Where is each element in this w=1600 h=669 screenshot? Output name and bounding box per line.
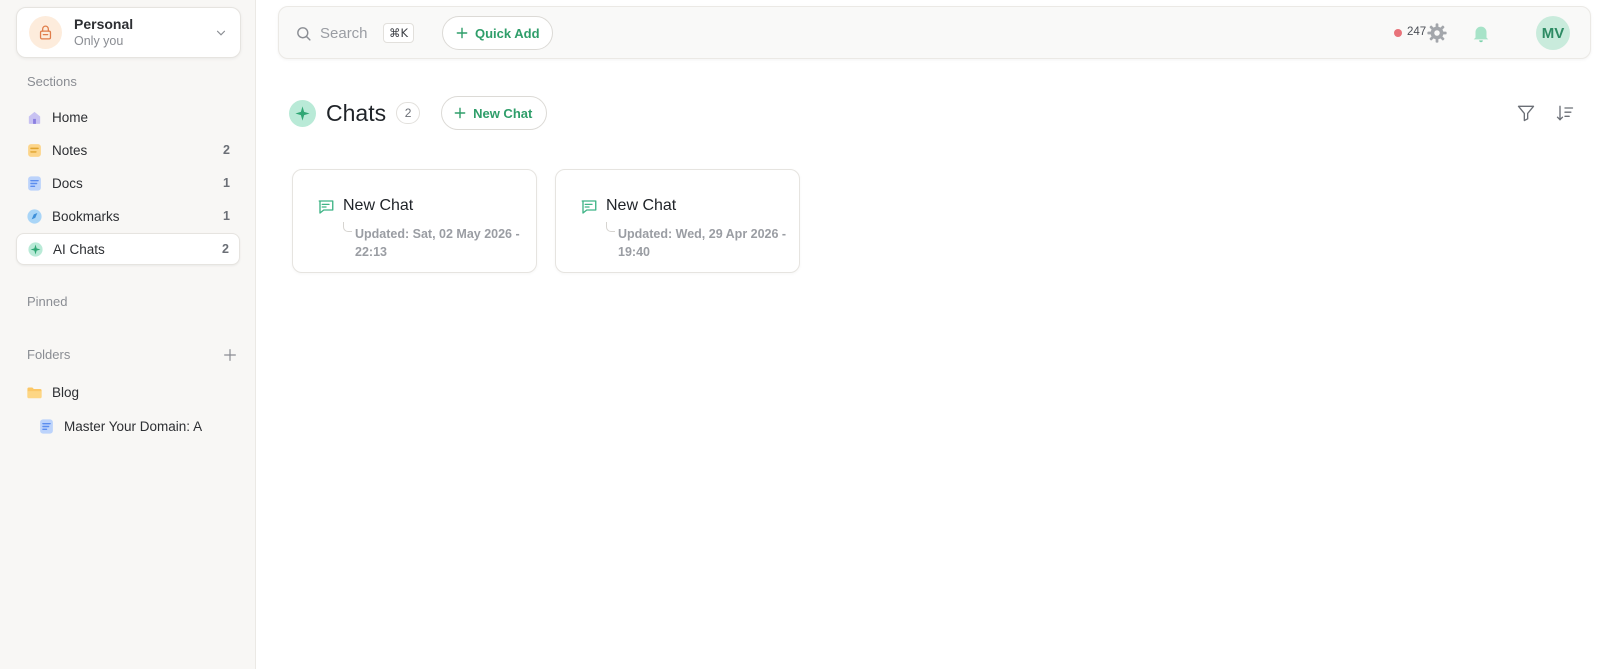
plus-icon (456, 27, 468, 39)
folder-icon (27, 387, 42, 398)
sidebar-item-label: AI Chats (53, 241, 105, 257)
folder-item-blog[interactable]: Blog (16, 377, 240, 407)
bookmark-icon (27, 208, 42, 224)
sparkle-icon (289, 99, 316, 127)
new-chat-button[interactable]: New Chat (441, 96, 548, 130)
sidebar-item-label: Home (52, 109, 89, 125)
filter-button[interactable] (1514, 101, 1538, 125)
page-header: Chats 2 New Chat (289, 95, 548, 131)
status-dot (1394, 29, 1402, 37)
notifications-button[interactable] (1468, 20, 1494, 46)
sidebar-item-notes[interactable]: Notes 2 (16, 134, 240, 166)
sidebar-item-docs[interactable]: Docs 1 (16, 167, 240, 199)
workspace-title: Personal (74, 16, 134, 32)
chevron-down-icon (216, 30, 226, 36)
sections-label: Sections (27, 74, 77, 89)
filter-icon (1517, 105, 1535, 122)
lock-icon (29, 16, 62, 49)
folder-label: Blog (52, 384, 80, 400)
sidebar-item-label: Notes (52, 142, 88, 158)
settings-button[interactable] (1424, 20, 1450, 46)
sidebar-item-count: 2 (222, 242, 229, 256)
sidebar-item-label: Docs (52, 175, 83, 191)
search-icon (297, 26, 311, 41)
gear-icon (1427, 23, 1447, 43)
sidebar-item-count: 1 (223, 176, 230, 190)
card-connector (606, 222, 615, 232)
sparkle-icon (28, 241, 43, 257)
sidebar-item-count: 1 (223, 209, 230, 223)
folder-doc-label: Master Your Domain: A Comprehensive Guid… (64, 418, 202, 434)
top-bar: ⌘K Quick Add 247 (278, 6, 1591, 59)
chat-card[interactable]: New Chat Updated: Wed, 29 Apr 2026 - 19:… (555, 169, 800, 273)
sort-icon (1556, 105, 1574, 121)
quick-add-label: Quick Add (475, 25, 540, 41)
sort-button[interactable] (1553, 101, 1577, 125)
sidebar-item-label: Bookmarks (52, 208, 120, 224)
chat-card[interactable]: New Chat Updated: Sat, 02 May 2026 - 22:… (292, 169, 537, 273)
new-chat-label: New Chat (473, 105, 533, 121)
search-input[interactable] (320, 24, 384, 42)
notes-icon (28, 143, 41, 157)
doc-icon (40, 418, 53, 434)
page-title: Chats (326, 99, 387, 126)
sidebar-item-home[interactable]: Home (16, 101, 240, 133)
home-icon (28, 111, 41, 124)
sidebar-item-count: 2 (223, 143, 230, 157)
sidebar: Personal Only you Sections Home Notes 2 … (0, 0, 256, 669)
sidebar-item-bookmarks[interactable]: Bookmarks 1 (16, 200, 240, 232)
sidebar-item-ai-chats[interactable]: AI Chats 2 (16, 233, 240, 265)
plus-icon (454, 107, 466, 119)
chat-card-updated: Updated: Sat, 02 May 2026 - 22:13 (355, 227, 520, 259)
folder-doc-item[interactable]: Master Your Domain: A Comprehensive Guid… (28, 411, 212, 441)
search-shortcut-badge: ⌘K (383, 23, 415, 43)
chat-bubble-icon (581, 200, 597, 214)
chat-bubble-icon (318, 200, 334, 214)
folders-label: Folders (27, 347, 71, 362)
docs-icon (28, 175, 41, 191)
chat-count-badge: 2 (396, 102, 421, 124)
chat-card-title: New Chat (606, 197, 677, 214)
card-connector (343, 222, 352, 232)
chat-card-title: New Chat (343, 197, 414, 214)
chat-card-updated: Updated: Wed, 29 Apr 2026 - 19:40 (618, 227, 787, 259)
workspace-switcher[interactable]: Personal Only you (16, 7, 241, 58)
avatar[interactable]: MV (1536, 16, 1570, 50)
quick-add-button[interactable]: Quick Add (442, 16, 553, 50)
add-folder-icon[interactable] (222, 347, 238, 363)
pinned-label: Pinned (27, 294, 68, 309)
bell-icon (1473, 26, 1489, 43)
workspace-subtitle: Only you (74, 34, 124, 48)
